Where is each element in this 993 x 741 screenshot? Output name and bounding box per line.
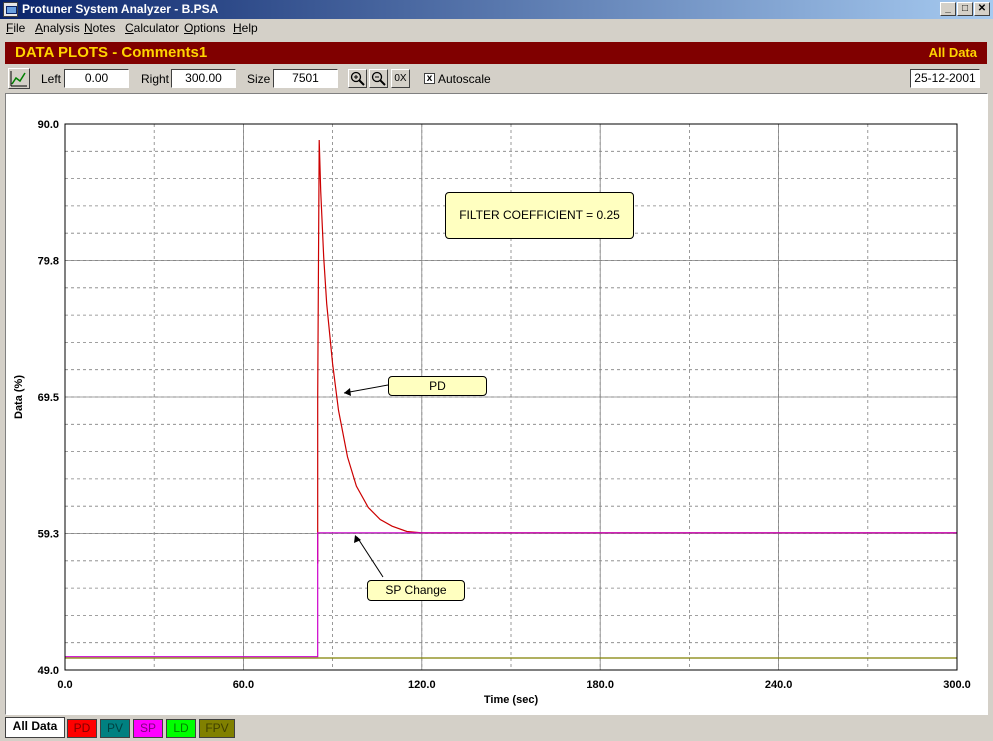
plot-scope: All Data [928,45,977,60]
plot-area[interactable]: 0.0 60.0 120.0 180.0 240.0 300.0 49.0 59.3 69.5 7… [5,93,988,715]
series-line-pd [317,139,957,564]
sp-annotation[interactable]: SP Change [367,580,465,601]
tab-all-data[interactable]: All Data [5,717,65,738]
left-label: Left [41,72,62,86]
zoom-in-button[interactable] [348,69,367,88]
menu-calculator-label: alculator [133,21,180,35]
x-tick-label: 180.0 [586,679,614,691]
title-bar: Protuner System Analyzer - B.PSA _ □ ✕ [0,0,993,19]
pd-annotation[interactable]: PD [388,376,487,396]
menu-file-label: ile [13,21,26,35]
date-field: 25-12-2001 [910,69,980,88]
tab-ld[interactable]: LD [166,719,196,738]
window-title: Protuner System Analyzer - B.PSA [22,2,219,16]
left-input[interactable]: 0.00 [64,69,129,88]
menu-notes-label: otes [92,21,116,35]
y-tick-label: 90.0 [38,119,59,131]
app-icon[interactable] [3,2,18,17]
pd-pointer-line [343,384,389,394]
menu-notes-mnemonic: N [84,21,93,35]
tab-pd[interactable]: PD [67,719,97,738]
menu-options-label: ptions [193,21,226,35]
maximize-button[interactable]: □ [957,2,973,16]
menu-help-mnemonic: H [233,21,242,35]
x-tick-label: 300.0 [943,679,971,691]
pd-pointer-arrow [344,388,351,396]
menu-calculator-mnemonic: C [125,21,134,35]
right-label: Right [141,72,170,86]
x-tick-label: 60.0 [233,679,254,691]
plot-title: DATA PLOTS - Comments1 [15,44,208,61]
menu-calculator[interactable]: Calculator [125,21,179,35]
x-tick-label: 240.0 [765,679,793,691]
autoscale-checkbox[interactable]: x [424,73,435,84]
zoom-out-button[interactable] [369,69,388,88]
x-tick-label: 0.0 [57,679,72,691]
menu-analysis-mnemonic: A [35,21,44,35]
autoscale-label: Autoscale [438,72,491,86]
menu-bar: File Analysis Notes Calculator Options H… [0,19,993,38]
menu-notes[interactable]: Notes [84,21,115,35]
menu-options[interactable]: Options [184,21,225,35]
y-tick-label: 49.0 [38,665,59,677]
x-tick-label: 120.0 [408,679,436,691]
menu-options-mnemonic: O [184,21,194,35]
size-input[interactable]: 7501 [273,69,338,88]
tab-sp[interactable]: SP [133,719,163,738]
app-window: Protuner System Analyzer - B.PSA _ □ ✕ F… [0,0,993,741]
menu-analysis[interactable]: Analysis [35,21,80,35]
size-label: Size [247,72,271,86]
close-button[interactable]: ✕ [974,2,990,16]
filter-annotation[interactable]: FILTER COEFFICIENT = 0.25 [445,192,634,239]
sp-pointer-line [356,536,384,578]
menu-help[interactable]: Help [233,21,258,35]
plot-toolbar: Left 0.00 Right 300.00 Size 7501 0X x Au… [5,67,987,91]
zoom-out-icon [371,71,386,86]
y-tick-label: 79.8 [38,256,59,268]
tab-pv[interactable]: PV [100,719,130,738]
minimize-button[interactable]: _ [940,2,956,16]
y-tick-label: 69.5 [38,392,59,404]
data-chart[interactable]: 0.0 60.0 120.0 180.0 240.0 300.0 49.0 59.3 69.5 7… [6,94,987,714]
zoom-reset-button[interactable]: 0X [391,69,410,88]
chart-icon[interactable] [8,68,30,89]
tab-fpv[interactable]: FPV [199,719,235,738]
menu-help-label: elp [241,21,258,35]
y-axis-label: Data (%) [13,375,25,419]
x-axis-label: Time (sec) [484,694,539,706]
plot-header: DATA PLOTS - Comments1 All Data [5,42,987,64]
menu-file[interactable]: File [6,21,25,35]
chart-icon-glyph [10,71,27,87]
menu-analysis-label: nalysis [43,21,80,35]
right-input[interactable]: 300.00 [171,69,236,88]
y-tick-label: 59.3 [38,529,59,541]
zoom-in-icon [350,71,365,86]
